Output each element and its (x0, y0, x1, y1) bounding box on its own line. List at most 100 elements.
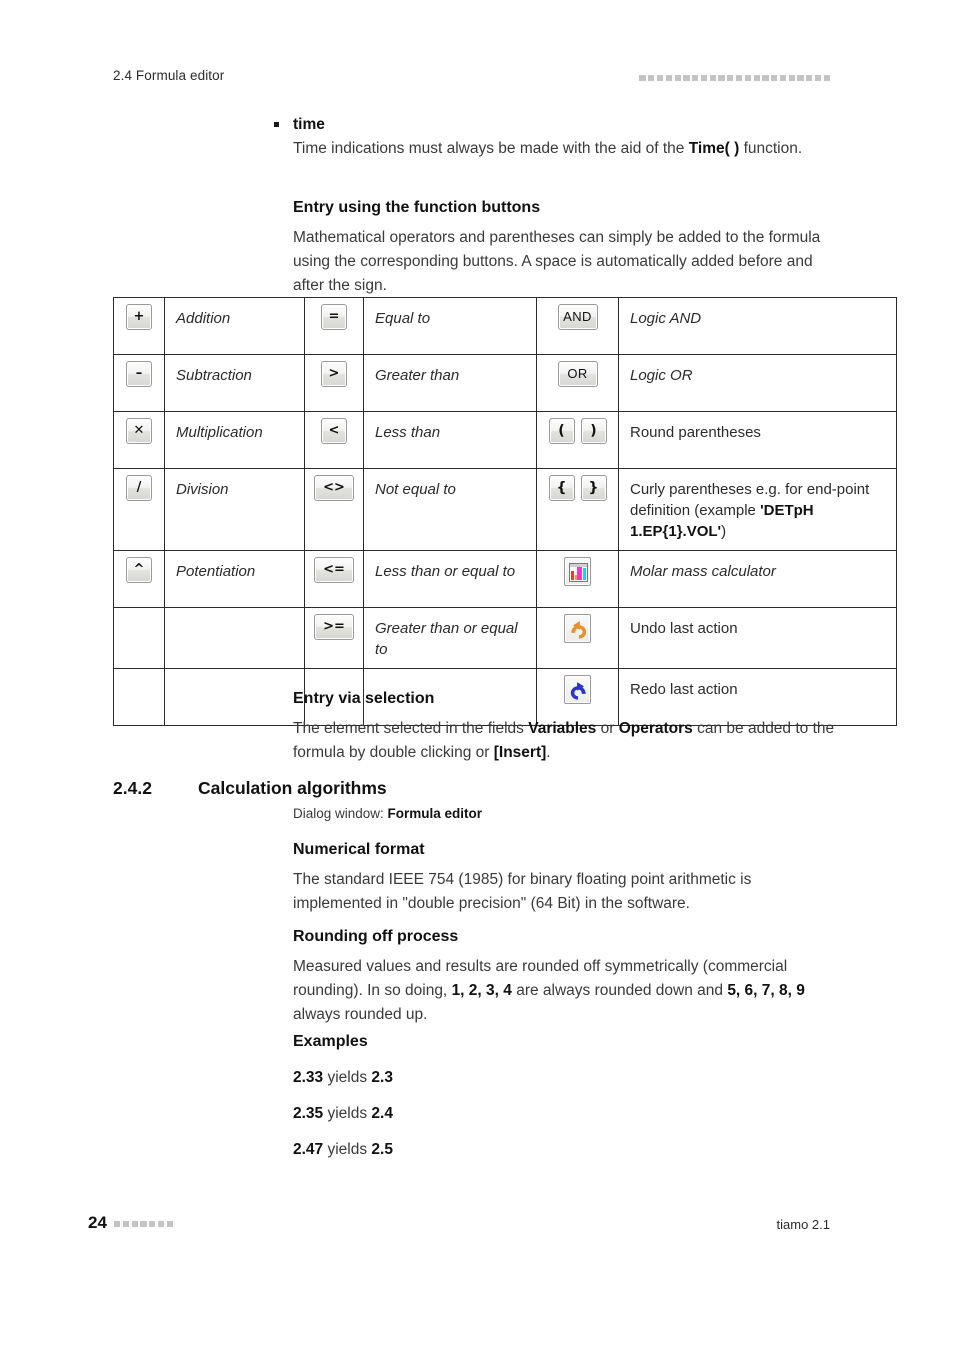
divide-button[interactable]: / (126, 475, 152, 501)
example-2-verb: yields (323, 1105, 372, 1123)
less-than-or-equal-button[interactable]: <= (314, 557, 354, 583)
cell-equals-button: = (304, 297, 364, 355)
section-function-buttons: Entry using the function buttons Mathema… (293, 196, 838, 298)
decoration-square (665, 75, 672, 82)
section-entry-via-selection: Entry via selection The element selected… (293, 687, 838, 765)
cell-molar-mass-button (536, 550, 619, 608)
example-2-output: 2.4 (371, 1105, 393, 1123)
entry-sel-bold-insert: [Insert] (493, 744, 547, 762)
numerical-format-paragraph: The standard IEEE 754 (1985) for binary … (293, 871, 752, 913)
multiply-button[interactable]: ✕ (126, 418, 152, 444)
curly-open-brace-button[interactable]: { (548, 475, 575, 501)
cell-minus-button: – (113, 354, 165, 412)
equals-button[interactable]: = (321, 304, 347, 330)
decoration-square (683, 75, 690, 82)
example-1-input: 2.33 (293, 1069, 324, 1086)
cell-empty-2 (113, 668, 165, 726)
header-decoration-squares (639, 75, 830, 82)
example-row-3: 2.47 yields 2.5 (293, 1138, 838, 1162)
section-title-242: Calculation algorithms (198, 778, 387, 798)
table-row: – Subtraction > Greater than OR Logic OR (113, 354, 897, 412)
example-1-output: 2.3 (371, 1069, 393, 1086)
label-not-equal-to: Not equal to (363, 468, 537, 551)
label-equal-to: Equal to (363, 297, 537, 355)
label-potentiation: Potentiation (164, 550, 305, 608)
entry-sel-part2: or (596, 720, 619, 737)
decoration-square (753, 75, 760, 82)
undo-arrow-icon (571, 621, 587, 639)
label-empty-2 (164, 668, 305, 726)
potentiation-button[interactable]: ^ (126, 557, 152, 583)
label-greater-than-or-equal-to: Greater than or equal to (363, 607, 537, 669)
cell-empty-1 (113, 607, 165, 669)
decoration-square (779, 75, 787, 82)
example-2-input: 2.35 (293, 1105, 324, 1123)
decoration-square (788, 75, 795, 82)
cell-greater-or-equal-button: >= (304, 607, 364, 669)
entry-selection-heading: Entry via selection (293, 690, 435, 707)
footer-product-name: tiamo 2.1 (776, 1217, 830, 1232)
bullet-text-part2: function. (739, 140, 803, 158)
label-less-than-or-equal-to: Less than or equal to (363, 550, 537, 608)
page-header: 2.4 Formula editor (0, 68, 954, 90)
molar-mass-calculator-button[interactable] (564, 557, 591, 586)
decoration-square (709, 75, 716, 82)
decoration-square (727, 75, 734, 82)
document-page: 2.4 Formula editor time Time indications… (0, 0, 954, 1350)
label-division: Division (164, 468, 305, 551)
example-3-verb: yields (323, 1141, 372, 1159)
decoration-square (149, 1221, 156, 1228)
greater-than-or-equal-button[interactable]: >= (314, 614, 354, 640)
example-3-input: 2.47 (293, 1141, 324, 1159)
and-button[interactable]: AND (557, 304, 598, 330)
minus-button[interactable]: – (126, 361, 152, 387)
rounding-part2: are always rounded down and (511, 982, 728, 1000)
decoration-square (157, 1221, 165, 1228)
molar-mass-chart-icon (569, 563, 588, 582)
cell-divide-button: / (113, 468, 165, 551)
label-greater-than: Greater than (363, 354, 537, 412)
decoration-square (806, 75, 813, 82)
decoration-square (692, 75, 699, 82)
plus-button[interactable]: + (126, 304, 152, 330)
section-number-242: 2.4.2 (113, 778, 152, 798)
label-subtraction: Subtraction (164, 354, 305, 412)
label-curly-parentheses: Curly parentheses e.g. for end-point def… (618, 468, 897, 551)
dialog-name: Formula editor (387, 806, 483, 821)
cell-plus-button: + (113, 297, 165, 355)
label-undo-last-action: Undo last action (618, 607, 897, 669)
not-equal-button[interactable]: <> (314, 475, 354, 501)
numerical-format-heading: Numerical format (293, 841, 425, 858)
greater-than-button[interactable]: > (321, 361, 347, 387)
round-open-paren-button[interactable]: ( (548, 418, 575, 444)
example-3-output: 2.5 (371, 1141, 393, 1159)
cell-or-button: OR (536, 354, 619, 412)
bullet-text-bold: Time( ) (688, 140, 740, 158)
decoration-square (131, 1221, 138, 1228)
dialog-prefix: Dialog window: (293, 806, 388, 821)
undo-button[interactable] (564, 614, 591, 643)
curly-close-brace-button[interactable]: } (580, 475, 607, 501)
examples-heading: Examples (293, 1033, 368, 1050)
or-button[interactable]: OR (557, 361, 598, 387)
section-examples: Examples 2.33 yields 2.3 2.35 yields 2.4… (293, 1030, 838, 1162)
header-title: 2.4 Formula editor (113, 68, 225, 83)
decoration-square (648, 75, 655, 82)
example-row-2: 2.35 yields 2.4 (293, 1102, 838, 1126)
round-close-paren-button[interactable]: ) (580, 418, 607, 444)
rounding-bold-down: 1, 2, 3, 4 (451, 982, 512, 1000)
bullet-time: time Time indications must always be mad… (274, 113, 838, 161)
less-than-button[interactable]: < (321, 418, 347, 444)
example-row-1: 2.33 yields 2.3 (293, 1066, 838, 1090)
label-multiplication: Multiplication (164, 411, 305, 469)
label-logic-or: Logic OR (618, 354, 897, 412)
decoration-square (140, 1221, 147, 1228)
bullet-text-part1: Time indications must always be made wit… (293, 140, 689, 158)
cell-round-parentheses-buttons: ( ) (536, 411, 619, 469)
table-row: >= Greater than or equal to Undo last ac… (113, 607, 897, 669)
section-numerical-format: Numerical format The standard IEEE 754 (… (293, 838, 838, 916)
function-buttons-heading: Entry using the function buttons (293, 199, 541, 216)
decoration-square (718, 75, 725, 82)
label-round-parentheses: Round parentheses (618, 411, 897, 469)
function-buttons-paragraph: Mathematical operators and parentheses c… (293, 229, 821, 295)
